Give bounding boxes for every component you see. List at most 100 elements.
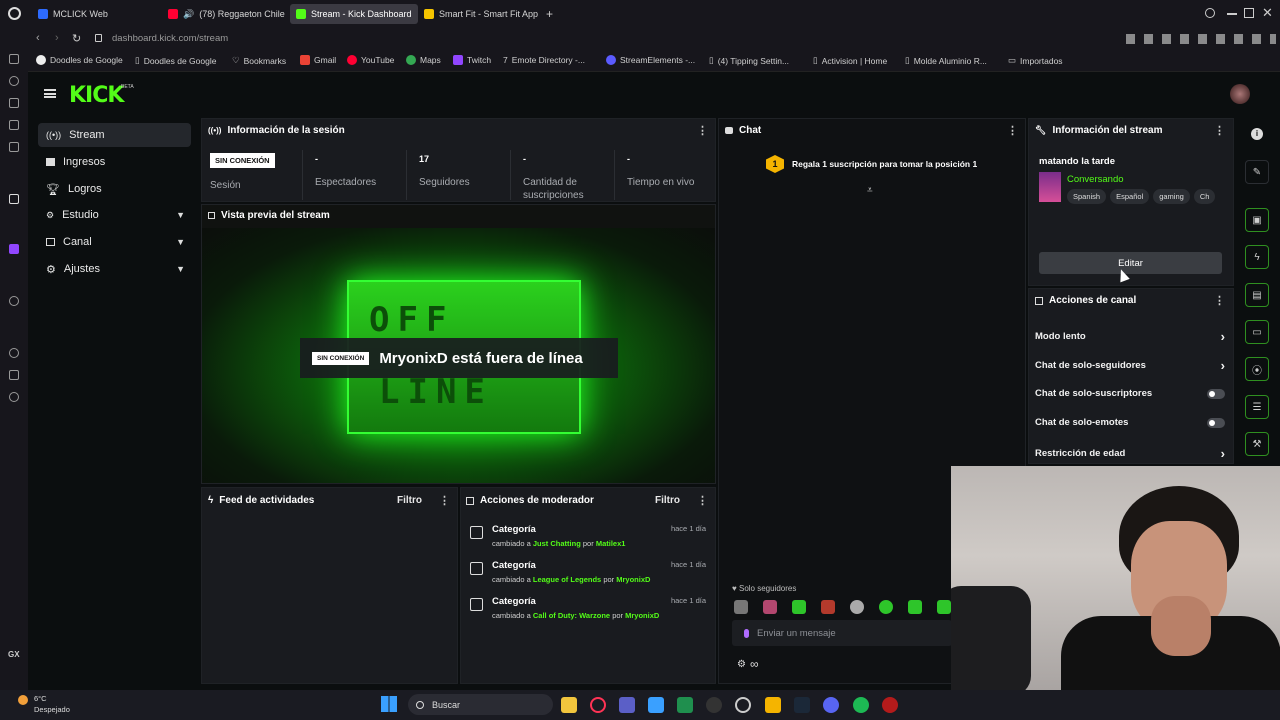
quick-action-7-button[interactable]: ⚒ xyxy=(1245,432,1269,456)
bookmark-twitch[interactable]: Twitch xyxy=(453,55,491,65)
excel-icon[interactable] xyxy=(677,697,693,713)
activity-filter-button[interactable]: Filtro xyxy=(397,495,422,506)
workspace-icon[interactable] xyxy=(9,54,19,64)
channel-actions-options-icon[interactable]: ⋮ xyxy=(1214,294,1225,307)
forward-icon[interactable]: › xyxy=(55,32,59,44)
emote-5[interactable] xyxy=(850,600,864,614)
category-name[interactable]: Conversando xyxy=(1067,174,1124,185)
weather-temp[interactable]: 6°C xyxy=(34,694,47,703)
user-avatar[interactable] xyxy=(1230,84,1250,104)
mod-action-target[interactable]: Call of Duty: Warzone xyxy=(533,611,610,620)
infinity-icon[interactable]: ∞ xyxy=(750,657,759,671)
bookmark-streamelements[interactable]: StreamElements -... xyxy=(606,55,695,65)
mod-filter-button[interactable]: Filtro xyxy=(655,495,680,506)
start-button[interactable] xyxy=(381,696,397,712)
chat-settings-icon[interactable]: ⚙︎ xyxy=(737,659,746,670)
speedometer-icon[interactable] xyxy=(735,697,751,713)
file-explorer-icon[interactable] xyxy=(561,697,577,713)
clock-icon[interactable] xyxy=(9,348,19,358)
sidebar-item-ajustes[interactable]: ⚙︎ Ajustes ▼ xyxy=(38,257,191,281)
quick-action-6-button[interactable]: ☰ xyxy=(1245,395,1269,419)
emote-6[interactable] xyxy=(879,600,893,614)
tag-chip[interactable]: gaming xyxy=(1153,189,1190,204)
cube-icon[interactable] xyxy=(9,370,19,380)
sidebar-item-stream[interactable]: ((•)) Stream xyxy=(38,123,191,147)
quick-action-5-button[interactable]: ⦿ xyxy=(1245,357,1269,381)
chat-options-icon[interactable]: ⋮ xyxy=(1007,124,1018,137)
mod-options-icon[interactable]: ⋮ xyxy=(697,494,708,507)
quick-action-4-button[interactable]: ▭ xyxy=(1245,320,1269,344)
mod-action-user[interactable]: MryonixD xyxy=(616,575,650,584)
action-emotes-only[interactable]: Chat de solo-emotes xyxy=(1035,417,1225,428)
activity-options-icon[interactable]: ⋮ xyxy=(439,494,450,507)
bookmark-bookmarks[interactable]: ♡ Bookmarks xyxy=(232,55,286,66)
quick-action-2-button[interactable]: ϟ xyxy=(1245,245,1269,269)
emotes-only-toggle[interactable] xyxy=(1207,417,1225,428)
quick-action-3-button[interactable]: ▤ xyxy=(1245,283,1269,307)
bookmark-tipping[interactable]: ▯ (4) Tipping Settin... xyxy=(709,55,789,66)
bookmark-doodles-2[interactable]: ▯ Doodles de Google xyxy=(135,55,216,66)
action-followers-only[interactable]: Chat de solo-seguidores › xyxy=(1035,358,1225,373)
mod-action-target[interactable]: League of Legends xyxy=(533,575,601,584)
play-icon[interactable] xyxy=(9,296,19,306)
emote-2[interactable] xyxy=(763,600,777,614)
app-store-icon[interactable] xyxy=(648,697,664,713)
action-slow-mode[interactable]: Modo lento › xyxy=(1035,329,1225,344)
sub-gift-promo[interactable]: 1 Regala 1 suscripción para tomar la pos… xyxy=(766,155,977,173)
tag-chip[interactable]: Español xyxy=(1110,189,1150,204)
subscribers-only-toggle[interactable] xyxy=(1207,388,1225,399)
extensions-icons[interactable] xyxy=(1126,34,1276,44)
steam-icon[interactable] xyxy=(794,697,810,713)
twitch-rail-icon[interactable] xyxy=(9,244,19,254)
bookmark-gmail[interactable]: Gmail xyxy=(300,55,336,65)
bookmark-maps[interactable]: Maps xyxy=(406,55,441,65)
tab-reggaeton[interactable]: 🔊 (78) Reggaeton Chile xyxy=(162,4,291,24)
edit-pencil-button[interactable]: ✎ xyxy=(1245,160,1269,184)
bookmark-doodles-1[interactable]: Doodles de Google xyxy=(36,55,123,65)
gx-label[interactable]: GX xyxy=(8,650,20,659)
quick-action-1-button[interactable]: ▣ xyxy=(1245,208,1269,232)
bookmark-molde[interactable]: ▯ Molde Aluminio R... xyxy=(905,55,987,66)
sidebar-item-ingresos[interactable]: Ingresos xyxy=(38,150,191,174)
taskbar-search[interactable]: Buscar xyxy=(408,694,553,715)
tab-mclick[interactable]: MCLICK Web xyxy=(32,4,114,24)
maximize-icon[interactable] xyxy=(1244,8,1254,18)
bookmark-emote-directory[interactable]: 7 Emote Directory -... xyxy=(503,55,585,65)
mic-icon[interactable] xyxy=(744,628,749,638)
bookmark-importados[interactable]: ▭ Importados xyxy=(1008,55,1063,66)
bag-icon[interactable] xyxy=(9,98,19,108)
recorder-icon[interactable] xyxy=(882,697,898,713)
action-age-restriction[interactable]: Restricción de edad › xyxy=(1035,446,1225,461)
kick-logo[interactable]: KICK xyxy=(69,83,124,108)
tab-kick-dashboard[interactable]: Stream - Kick Dashboard xyxy=(290,4,418,24)
url-field[interactable]: dashboard.kick.com/stream xyxy=(112,33,228,44)
discord-icon[interactable] xyxy=(823,697,839,713)
tab-smartfit[interactable]: Smart Fit - Smart Fit App xyxy=(418,4,544,24)
bookmark-activision[interactable]: ▯ Activision | Home xyxy=(813,55,887,66)
stream-info-options-icon[interactable]: ⋮ xyxy=(1214,124,1225,137)
history-icon[interactable] xyxy=(9,76,19,86)
opera-menu-icon[interactable] xyxy=(8,7,21,20)
info-icon[interactable]: i xyxy=(1251,128,1263,140)
opera-gx-icon[interactable] xyxy=(590,697,606,713)
action-subscribers-only[interactable]: Chat de solo-suscriptores xyxy=(1035,388,1225,399)
more-options-icon[interactable]: ⋮ xyxy=(697,124,708,137)
sidebar-item-estudio[interactable]: ⚙︎ Estudio ▼ xyxy=(38,203,191,227)
emote-4[interactable] xyxy=(821,600,835,614)
kick-rail-icon[interactable] xyxy=(9,194,19,204)
pinned-drop-icon[interactable]: ⩡ xyxy=(867,185,873,196)
rockstar-icon[interactable] xyxy=(765,697,781,713)
search-icon[interactable] xyxy=(1205,8,1215,18)
minimize-icon[interactable] xyxy=(1227,13,1237,15)
bookmark-youtube[interactable]: YouTube xyxy=(347,55,394,65)
weather-icon[interactable] xyxy=(18,695,28,705)
sidebar-item-canal[interactable]: Canal ▼ xyxy=(38,230,191,254)
close-icon[interactable]: ✕ xyxy=(1262,5,1273,21)
sidebar-item-logros[interactable]: 🏆︎ Logros xyxy=(38,177,191,201)
emote-7[interactable] xyxy=(908,600,922,614)
emote-1[interactable] xyxy=(734,600,748,614)
emote-3[interactable] xyxy=(792,600,806,614)
note-icon[interactable] xyxy=(9,120,19,130)
chat-input[interactable]: Enviar un mensaje xyxy=(732,620,952,646)
mod-action-target[interactable]: Just Chatting xyxy=(533,539,581,548)
